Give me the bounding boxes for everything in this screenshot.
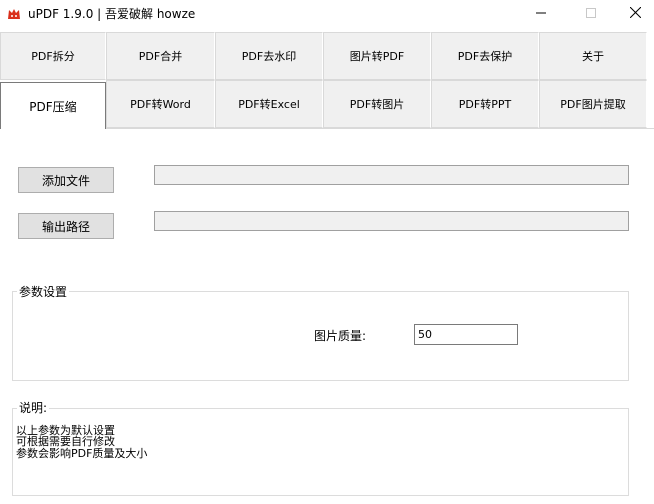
tab-label: 图片转PDF — [349, 50, 405, 63]
close-button[interactable] — [612, 0, 654, 28]
tab-label: PDF转图片 — [349, 98, 405, 111]
tab-label: 关于 — [582, 50, 604, 63]
tab-pdf-split[interactable]: PDF拆分 — [0, 32, 106, 80]
input-file-path-field[interactable] — [154, 165, 629, 185]
tab-pdf-to-ppt[interactable]: PDF转PPT — [431, 80, 539, 128]
tab-row-2: PDF压缩 PDF转Word PDF转Excel PDF转图片 PDF转PPT … — [0, 80, 654, 129]
tab-pdf-image-extract[interactable]: PDF图片提取 — [539, 80, 647, 128]
tab-image-to-pdf[interactable]: 图片转PDF — [323, 32, 431, 80]
tab-label: PDF转PPT — [458, 98, 512, 111]
compress-panel: 添加文件 输出路径 参数设置 图片质量: 说明: 以上参数为默认设置 可根据需要… — [0, 128, 654, 504]
tab-label: PDF合并 — [138, 50, 183, 63]
maximize-icon — [586, 7, 596, 21]
description-group-title: 说明: — [17, 399, 50, 416]
quality-input[interactable] — [414, 324, 518, 345]
tab-about[interactable]: 关于 — [539, 32, 647, 80]
add-file-button[interactable]: 添加文件 — [18, 167, 114, 193]
description-line-3: 参数会影响PDF质量及大小 — [16, 447, 148, 460]
tab-label: PDF图片提取 — [560, 98, 626, 111]
tab-label: PDF压缩 — [29, 99, 77, 114]
title-bar: uPDF 1.9.0 | 吾爱破解 howze — [0, 0, 654, 28]
add-file-label: 添加文件 — [41, 173, 90, 188]
tab-pdf-to-image[interactable]: PDF转图片 — [323, 80, 431, 128]
tab-pdf-to-word[interactable]: PDF转Word — [106, 80, 215, 128]
tab-label: PDF去水印 — [241, 50, 297, 63]
tab-label: PDF去保护 — [457, 50, 513, 63]
close-icon — [629, 6, 641, 21]
maximize-button[interactable] — [568, 0, 614, 28]
minimize-button[interactable] — [518, 0, 564, 28]
output-path-button[interactable]: 输出路径 — [18, 213, 114, 239]
params-group-title: 参数设置 — [17, 283, 70, 300]
fox-logo-icon — [6, 6, 22, 22]
tab-pdf-merge[interactable]: PDF合并 — [106, 32, 215, 80]
tab-pdf-to-excel[interactable]: PDF转Excel — [215, 80, 323, 128]
tab-label: PDF转Word — [130, 98, 191, 111]
tab-pdf-compress[interactable]: PDF压缩 — [0, 82, 106, 129]
window-title: uPDF 1.9.0 | 吾爱破解 howze — [28, 7, 196, 21]
tab-label: PDF拆分 — [31, 50, 75, 63]
output-path-field[interactable] — [154, 211, 629, 231]
tab-label: PDF转Excel — [238, 98, 300, 111]
quality-label: 图片质量: — [314, 329, 367, 343]
tab-pdf-remove-watermark[interactable]: PDF去水印 — [215, 32, 323, 80]
tab-pdf-remove-protection[interactable]: PDF去保护 — [431, 32, 539, 80]
tab-row-1: PDF拆分 PDF合并 PDF去水印 图片转PDF PDF去保护 关于 — [0, 32, 654, 80]
minimize-icon — [536, 7, 546, 21]
output-path-label: 输出路径 — [41, 219, 90, 234]
